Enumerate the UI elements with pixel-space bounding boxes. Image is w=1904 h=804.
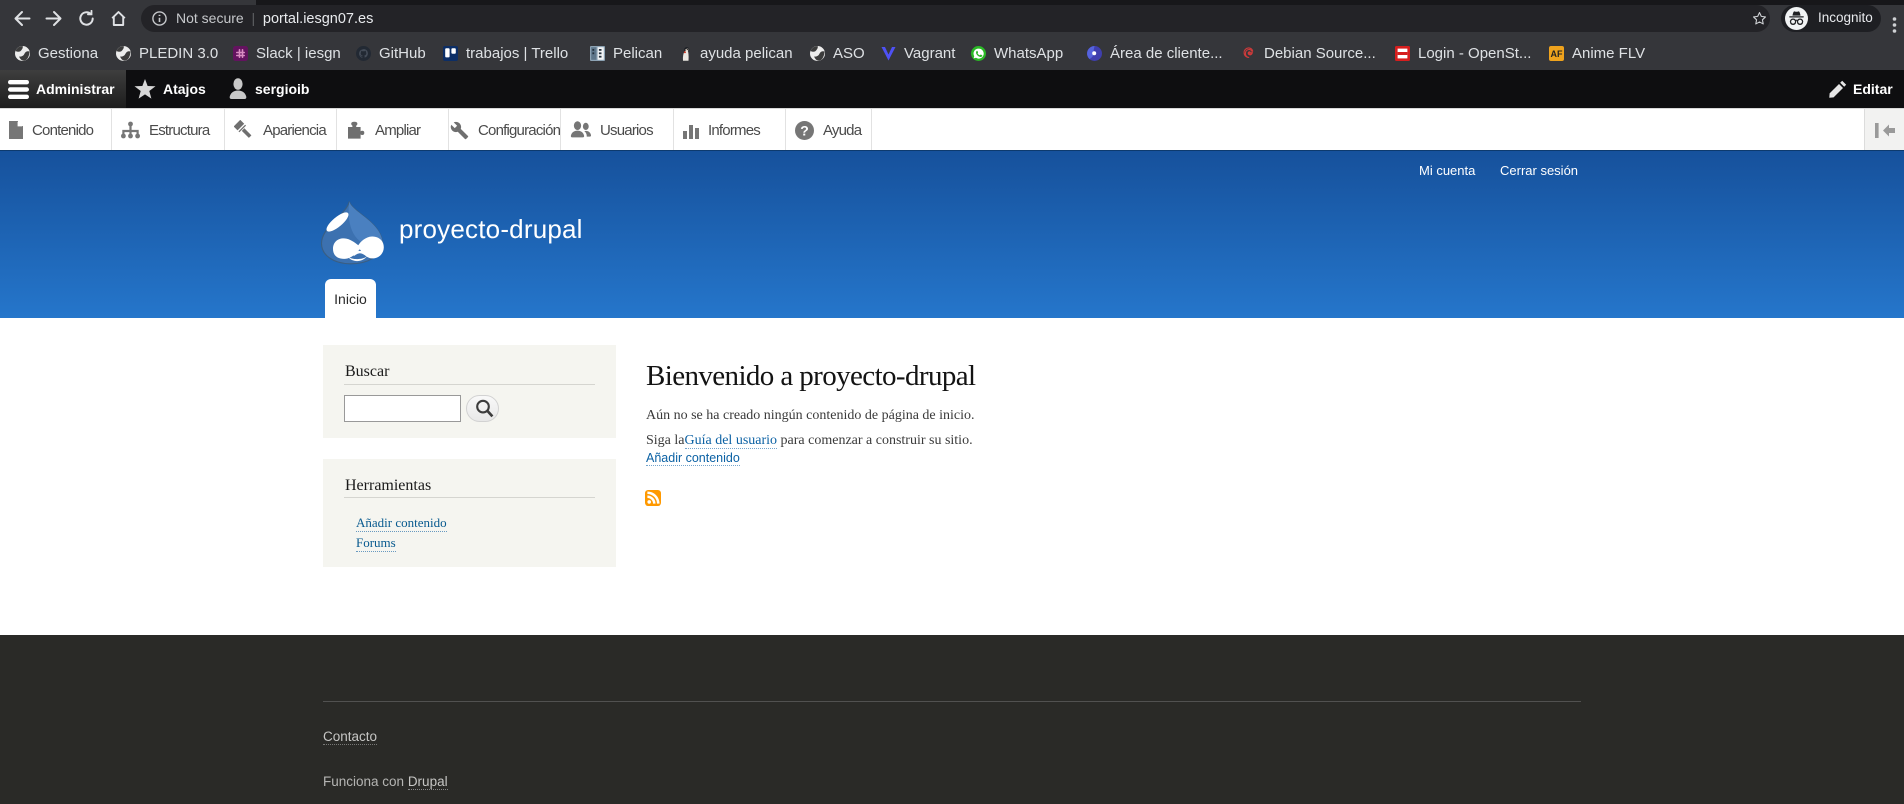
svg-text:?: ?	[800, 122, 809, 138]
svg-text:AF: AF	[1551, 49, 1563, 59]
